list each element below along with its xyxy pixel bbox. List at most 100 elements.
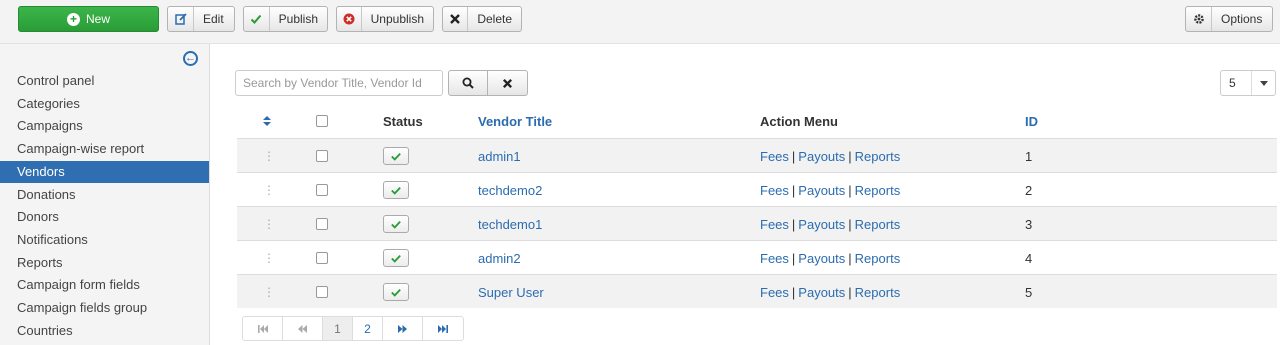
id-cell: 1 xyxy=(1025,148,1033,164)
options-button[interactable]: Options xyxy=(1185,6,1273,32)
drag-handle-icon[interactable]: ⋮ xyxy=(263,241,275,275)
separator: | xyxy=(791,182,796,198)
sidebar-item-vendors[interactable]: Vendors xyxy=(0,160,209,183)
separator: | xyxy=(848,284,852,300)
row-checkbox[interactable] xyxy=(316,207,328,241)
first-page-icon[interactable] xyxy=(243,317,283,340)
published-toggle[interactable] xyxy=(383,283,409,301)
sidebar-item-categories[interactable]: Categories xyxy=(0,93,209,115)
new-button[interactable]: + New xyxy=(18,6,159,32)
sidebar-item-campaigns[interactable]: Campaigns xyxy=(0,115,209,137)
drag-handle-icon[interactable]: ⋮ xyxy=(263,275,275,309)
id-cell: 5 xyxy=(1025,284,1033,300)
separator: | xyxy=(791,284,796,300)
publish-button[interactable]: Publish xyxy=(243,6,328,32)
unpublish-button[interactable]: Unpublish xyxy=(336,6,434,32)
reports-link[interactable]: Reports xyxy=(855,183,901,198)
status-cell xyxy=(383,173,409,207)
delete-button[interactable]: Delete xyxy=(442,6,522,32)
fees-link[interactable]: Fees xyxy=(760,183,789,198)
payouts-link[interactable]: Payouts xyxy=(798,217,845,232)
row-checkbox[interactable] xyxy=(316,241,328,275)
sidebar-item-reports[interactable]: Reports xyxy=(0,252,209,274)
sidebar: ← Control panel Categories Campaigns Campai… xyxy=(0,44,210,345)
fees-link[interactable]: Fees xyxy=(760,285,789,300)
sidebar-item-control-panel[interactable]: Control panel xyxy=(0,70,209,92)
separator: | xyxy=(791,216,796,232)
reports-link[interactable]: Reports xyxy=(855,149,901,164)
published-toggle[interactable] xyxy=(383,215,409,233)
separator: | xyxy=(848,216,852,232)
separator: | xyxy=(791,148,796,164)
sidebar-item-countries[interactable]: Countries xyxy=(0,320,209,342)
status-cell xyxy=(383,139,409,173)
payouts-link[interactable]: Payouts xyxy=(798,285,845,300)
published-toggle[interactable] xyxy=(383,147,409,165)
fees-link[interactable]: Fees xyxy=(760,217,789,232)
action-menu-cell: Fees | Payouts | Reports xyxy=(760,139,900,173)
id-header[interactable]: ID xyxy=(1025,104,1038,138)
unpublish-icon xyxy=(337,7,362,31)
check-icon xyxy=(391,186,401,195)
sidebar-item-donations[interactable]: Donations xyxy=(0,184,209,206)
drag-handle-icon[interactable]: ⋮ xyxy=(263,139,275,173)
search-input[interactable]: Search by Vendor Title, Vendor Id xyxy=(235,70,443,96)
status-header[interactable]: Status xyxy=(383,104,423,138)
last-page-icon[interactable] xyxy=(423,317,463,340)
published-toggle[interactable] xyxy=(383,249,409,267)
previous-page-icon[interactable] xyxy=(283,317,323,340)
list-limit-select[interactable]: 5 xyxy=(1220,70,1276,96)
separator: | xyxy=(848,250,852,266)
status-cell xyxy=(383,275,409,309)
published-toggle[interactable] xyxy=(383,181,409,199)
table-row: ⋮ admin2 Fees | Payouts | Reports 4 xyxy=(237,240,1277,274)
payouts-link[interactable]: Payouts xyxy=(798,251,845,266)
sidebar-item-campaign-wise-report[interactable]: Campaign-wise report xyxy=(0,138,209,160)
separator: | xyxy=(848,148,852,164)
page-1-button[interactable]: 1 xyxy=(323,317,353,340)
action-menu-cell: Fees | Payouts | Reports xyxy=(760,275,900,309)
ordering-sort-icon[interactable] xyxy=(263,104,271,138)
unpublish-button-label: Unpublish xyxy=(370,12,424,26)
page-2-button[interactable]: 2 xyxy=(353,317,383,340)
check-icon xyxy=(391,220,401,229)
sidebar-item-campaign-form-fields[interactable]: Campaign form fields xyxy=(0,274,209,296)
status-cell xyxy=(383,207,409,241)
vendor-title-link[interactable]: techdemo2 xyxy=(478,173,542,207)
vendor-title-link[interactable]: admin1 xyxy=(478,139,521,173)
reports-link[interactable]: Reports xyxy=(855,285,901,300)
fees-link[interactable]: Fees xyxy=(760,149,789,164)
row-checkbox[interactable] xyxy=(316,139,328,173)
table-header-row: Status Vendor Title Action Menu ID xyxy=(237,104,1277,138)
vendor-title-header[interactable]: Vendor Title xyxy=(478,104,552,138)
reports-link[interactable]: Reports xyxy=(855,251,901,266)
drag-handle-icon[interactable]: ⋮ xyxy=(263,207,275,241)
sidebar-item-campaign-fields-group[interactable]: Campaign fields group xyxy=(0,297,209,319)
reports-link[interactable]: Reports xyxy=(855,217,901,232)
plus-circle-icon: + xyxy=(66,12,80,26)
new-button-label: New xyxy=(85,12,110,26)
vendor-title-link[interactable]: Super User xyxy=(478,275,544,309)
row-checkbox[interactable] xyxy=(316,275,328,309)
check-icon xyxy=(244,7,270,31)
sidebar-item-notifications[interactable]: Notifications xyxy=(0,229,209,251)
row-checkbox[interactable] xyxy=(316,173,328,207)
id-cell: 2 xyxy=(1025,182,1033,198)
publish-button-label: Publish xyxy=(278,12,318,26)
sidebar-item-donors[interactable]: Donors xyxy=(0,206,209,228)
next-page-icon[interactable] xyxy=(383,317,423,340)
payouts-link[interactable]: Payouts xyxy=(798,149,845,164)
search-button[interactable] xyxy=(448,70,488,96)
collapse-sidebar-icon[interactable]: ← xyxy=(183,51,198,66)
vendor-title-link[interactable]: techdemo1 xyxy=(478,207,542,241)
select-all-checkbox[interactable] xyxy=(316,104,328,138)
fees-link[interactable]: Fees xyxy=(760,251,789,266)
drag-handle-icon[interactable]: ⋮ xyxy=(263,173,275,207)
clear-search-button[interactable] xyxy=(488,70,528,96)
search-icon xyxy=(462,77,474,89)
payouts-link[interactable]: Payouts xyxy=(798,183,845,198)
edit-button[interactable]: Edit xyxy=(167,6,235,32)
vendor-title-link[interactable]: admin2 xyxy=(478,241,521,275)
check-icon xyxy=(391,152,401,161)
pagination: 1 2 xyxy=(242,316,464,341)
